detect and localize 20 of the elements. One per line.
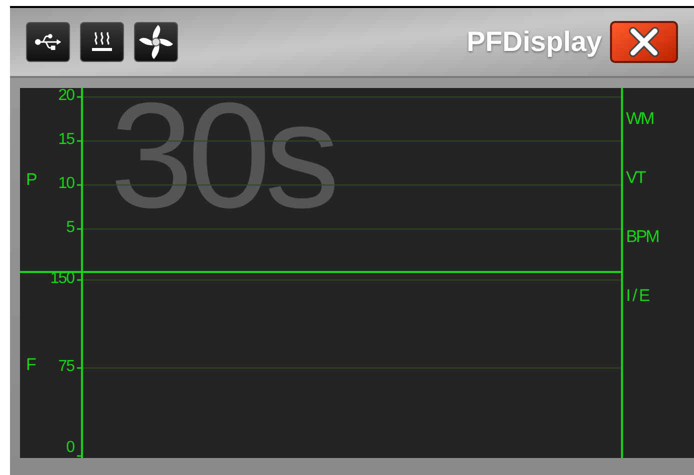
usb-button[interactable] (26, 22, 70, 62)
fan-icon (138, 24, 174, 60)
tick-label: 15 (58, 132, 74, 148)
axis-label: F (26, 356, 36, 373)
fan-button[interactable] (134, 22, 178, 62)
readout-label: BPM (626, 228, 658, 245)
heater-button[interactable] (80, 22, 124, 62)
readout-label: I / E (626, 287, 649, 304)
window-title: PFDisplay (466, 25, 602, 59)
readout-label: VT (626, 169, 645, 186)
close-button[interactable] (610, 21, 678, 63)
tick-label: 0 (66, 440, 74, 456)
tick-label: 20 (58, 88, 74, 104)
heater-icon (90, 30, 114, 54)
close-icon (629, 27, 659, 57)
axis-label: P (26, 171, 38, 188)
tick-label: 10 (58, 176, 74, 192)
readout-label: WM (626, 110, 654, 127)
tick-label: 5 (66, 220, 74, 236)
tick-label: 75 (58, 359, 74, 375)
